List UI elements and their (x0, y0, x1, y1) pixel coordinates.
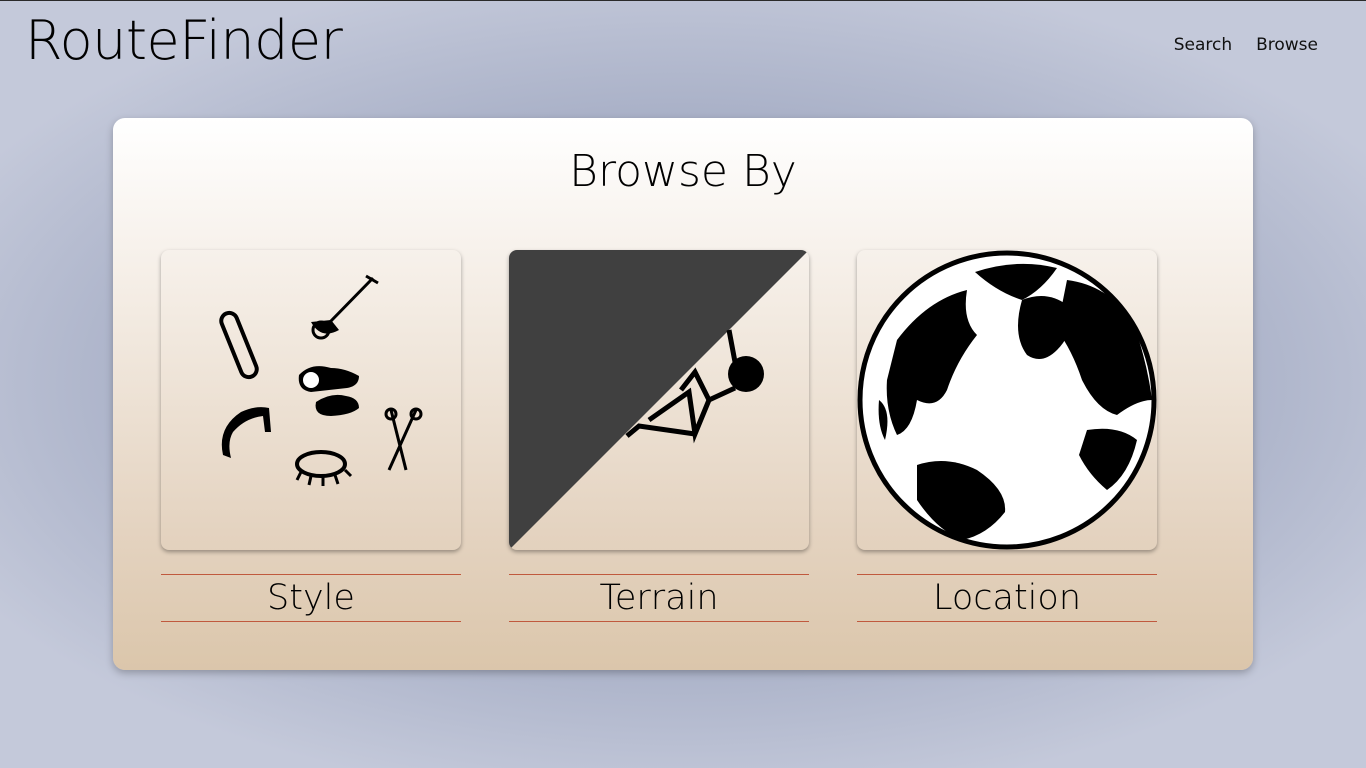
category-label-style[interactable]: Style (161, 574, 461, 622)
climbing-gear-icon (219, 274, 423, 486)
globe-icon (857, 250, 1157, 550)
site-logo[interactable]: RouteFinder (25, 11, 343, 71)
category-label-terrain[interactable]: Terrain (509, 574, 809, 622)
panel-title: Browse By (569, 146, 797, 197)
nav-browse-link[interactable]: Browse (1256, 35, 1318, 55)
terrain-tile[interactable] (509, 250, 809, 550)
style-tile[interactable] (161, 250, 461, 550)
climber-on-wall-icon (509, 250, 809, 550)
category-label-location[interactable]: Location (857, 574, 1157, 622)
category-card-terrain[interactable]: Terrain (509, 250, 809, 622)
main-nav: Search Browse (1174, 35, 1318, 55)
browse-panel: Browse By Style Terrain Location (113, 118, 1253, 670)
nav-search-link[interactable]: Search (1174, 35, 1232, 55)
location-tile[interactable] (857, 250, 1157, 550)
category-card-location[interactable]: Location (857, 250, 1157, 622)
category-card-style[interactable]: Style (161, 250, 461, 622)
